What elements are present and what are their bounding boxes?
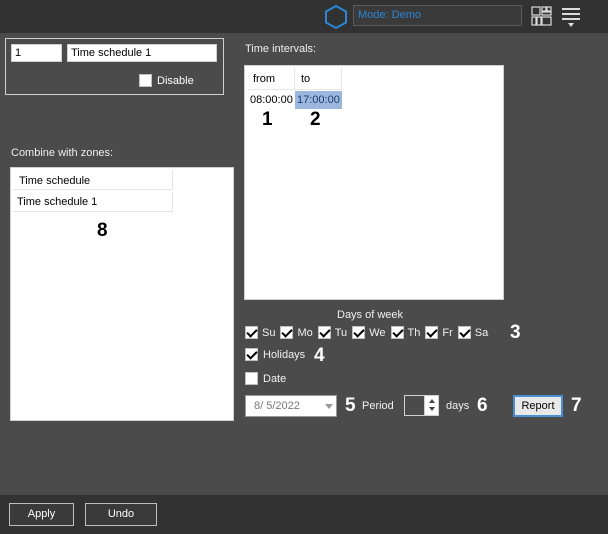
mode-selector[interactable]: Mode: Demo (353, 5, 522, 26)
intervals-table[interactable]: from to 08:00:00 17:00:00 1 2 (244, 65, 504, 300)
undo-button[interactable]: Undo (85, 503, 157, 526)
day-fr-label: Fr (442, 326, 453, 339)
date-picker[interactable]: 8/ 5/2022 (245, 395, 337, 417)
days-of-week-label: Days of week (337, 309, 404, 321)
callout-2: 2 (310, 109, 321, 130)
callout-6: 6 (477, 395, 488, 416)
day-we-checkbox[interactable] (352, 326, 366, 339)
to-column-header[interactable]: to (295, 68, 342, 90)
disable-checkbox[interactable] (139, 74, 152, 87)
day-fr-checkbox[interactable] (425, 326, 439, 339)
day-sa[interactable]: Sa (457, 326, 489, 339)
chevron-down-icon[interactable] (325, 404, 333, 409)
hamburger-menu-icon[interactable] (561, 6, 581, 28)
callout-4: 4 (314, 345, 325, 366)
intervals-label: Time intervals: (245, 43, 317, 55)
period-label: Period (362, 400, 394, 412)
day-tu-label: Tu (334, 326, 348, 339)
schedule-id-field[interactable]: 1 (11, 44, 62, 62)
zones-list-item[interactable]: Time schedule 1 (13, 192, 173, 212)
holidays-option[interactable]: Holidays (245, 348, 305, 361)
zones-list[interactable]: Time schedule Time schedule 1 8 (10, 167, 234, 421)
day-we[interactable]: We (352, 326, 386, 339)
date-label: Date (263, 372, 287, 385)
period-stepper[interactable] (404, 395, 439, 416)
date-checkbox[interactable] (245, 372, 258, 385)
day-su-checkbox[interactable] (245, 326, 258, 339)
day-tu[interactable]: Tu (317, 326, 348, 339)
apply-button[interactable]: Apply (9, 503, 74, 526)
report-button[interactable]: Report (513, 395, 563, 417)
holidays-label: Holidays (263, 348, 306, 361)
day-th-checkbox[interactable] (390, 326, 404, 339)
callout-3: 3 (510, 322, 521, 343)
day-sa-label: Sa (474, 326, 489, 339)
hexagon-icon[interactable] (325, 5, 347, 29)
schedule-name-field[interactable]: Time schedule 1 (67, 44, 217, 62)
interval-from-cell[interactable]: 08:00:00 (248, 91, 295, 109)
from-column-header[interactable]: from (247, 68, 295, 90)
callout-8: 8 (97, 220, 108, 241)
period-unit-label: days (446, 400, 470, 412)
day-mo-checkbox[interactable] (280, 326, 294, 339)
zones-label: Combine with zones: (11, 147, 114, 159)
stepper-up-icon[interactable] (429, 399, 435, 403)
zones-column-header[interactable]: Time schedule (13, 170, 173, 190)
layout-grid-icon[interactable] (531, 6, 552, 26)
day-th-label: Th (407, 326, 421, 339)
date-option[interactable]: Date (245, 372, 286, 385)
day-sa-checkbox[interactable] (457, 326, 471, 339)
interval-to-cell[interactable]: 17:00:00 (295, 91, 342, 109)
day-su[interactable]: Su (245, 326, 275, 339)
day-mo[interactable]: Mo (280, 326, 313, 339)
day-fr[interactable]: Fr (425, 326, 453, 339)
day-su-label: Su (262, 326, 276, 339)
callout-7: 7 (571, 395, 582, 416)
day-we-label: We (369, 326, 386, 339)
disable-label: Disable (157, 74, 194, 87)
date-value: 8/ 5/2022 (254, 400, 300, 412)
holidays-checkbox[interactable] (245, 348, 258, 361)
day-mo-label: Mo (297, 326, 313, 339)
callout-5: 5 (345, 395, 356, 416)
stepper-buttons[interactable] (424, 396, 438, 415)
days-of-week-group: Su Mo Tu We Th Fr Sa (245, 326, 493, 339)
day-th[interactable]: Th (390, 326, 421, 339)
day-tu-checkbox[interactable] (317, 326, 331, 339)
stepper-down-icon[interactable] (429, 407, 435, 411)
callout-1: 1 (262, 109, 273, 130)
disable-option[interactable]: Disable (139, 74, 194, 87)
